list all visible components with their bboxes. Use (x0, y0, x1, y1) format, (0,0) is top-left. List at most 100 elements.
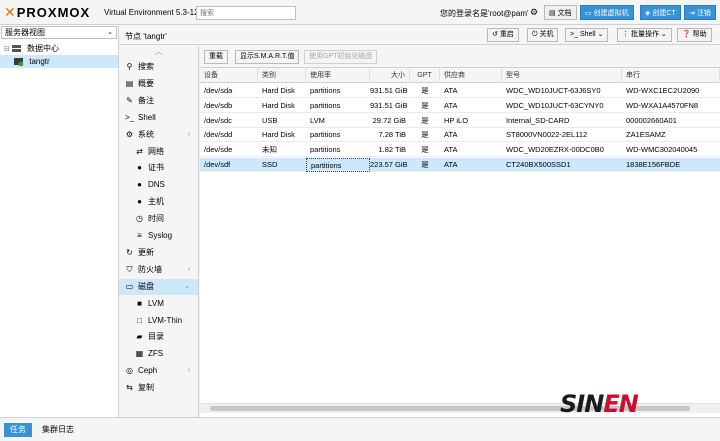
table-cell: 是 (421, 100, 429, 110)
watermark-text-b: EN (603, 390, 638, 418)
logout-button[interactable]: ⇥ 注销 (684, 5, 716, 20)
table-cell: LVM (310, 115, 325, 125)
column-header[interactable]: 类别 (258, 68, 306, 83)
create-ct-button[interactable]: ◈ 创建CT (640, 5, 681, 20)
column-header[interactable]: 大小 (370, 68, 410, 83)
watermark-text-a: SIN (560, 390, 604, 418)
nav-item-13[interactable]: ▭ 磁盘 ⌄ (119, 278, 198, 295)
view-select[interactable]: 服务器视图 ⌄ (1, 26, 117, 39)
reload-button[interactable]: 重载 (204, 50, 228, 64)
tab-cluster-log[interactable]: 集群日志 (36, 423, 80, 437)
nav-item-5[interactable]: ⇄ 网络 (119, 144, 198, 160)
node-nav: ︿ ⚲ 搜索 ▤ 概要 ✎ 备注 >_ Shell ⚙ 系统 › ⇄ 网络 ● 证书 ● DNS ● 主机 ◷ 时间 ≡ S… (119, 46, 199, 439)
nav-item-7[interactable]: ● DNS (119, 177, 198, 193)
nav-item-14[interactable]: ■ LVM (119, 296, 198, 312)
table-row[interactable]: /dev/sdc USB LVM 29.72 GiB 是 HP iLO Internal_S… (200, 114, 720, 128)
table-cell: 1.82 TiB (378, 145, 406, 155)
nav-item-11[interactable]: ↻ 更新 (119, 245, 198, 261)
column-header[interactable]: 供应商 (440, 68, 502, 83)
search-input[interactable] (196, 6, 296, 20)
shutdown-button[interactable]: ⏻ 关机 (527, 28, 559, 42)
grid-icon: ▦ (135, 349, 144, 359)
nav-item-15[interactable]: □ LVM-Thin (119, 313, 198, 329)
restart-label: 重启 (499, 31, 514, 38)
search-icon: ⚲ (126, 62, 133, 71)
nav-item-17[interactable]: ▦ ZFS (119, 346, 198, 362)
help-button[interactable]: ❓ 帮助 (677, 28, 712, 42)
table-cell: ST8000VN0022-2EL112 (506, 130, 588, 140)
tree-item-datacenter[interactable]: ⊟ 数据中心 (0, 42, 118, 55)
docs-button[interactable]: ▤ 文档 (544, 5, 577, 20)
list-icon: ≡ (137, 231, 142, 240)
cogs-icon: ⚙ (125, 129, 134, 139)
column-header[interactable]: 串行 (622, 68, 720, 83)
nav-item-label: 更新 (138, 247, 154, 257)
view-select-label: 服务器视图 (5, 28, 45, 37)
column-header[interactable]: 使用率 (306, 68, 370, 83)
nav-item-19[interactable]: ⇆ 复制 (119, 380, 198, 396)
nav-item-8[interactable]: ● 主机 (119, 194, 198, 210)
collapse-icon: ⊟ (4, 46, 12, 53)
nav-item-16[interactable]: ▰ 目录 (119, 329, 198, 345)
gear-icon[interactable]: ⚙ (528, 6, 540, 18)
shell-button[interactable]: >_ Shell ⌄ (565, 28, 609, 42)
nav-item-1[interactable]: ▤ 概要 (119, 76, 198, 92)
table-row[interactable]: /dev/sdd Hard Disk partitions 7.28 TiB 是 ATA S… (200, 128, 720, 143)
nav-item-0[interactable]: ⚲ 搜索 (119, 59, 198, 75)
table-cell: 7.28 TiB (378, 130, 406, 140)
table-cell: 是 (421, 145, 429, 155)
tree-item-node[interactable]: tangtr (0, 55, 118, 68)
nav-item-18[interactable]: ◎ Ceph › (119, 363, 198, 379)
table-cell: Hard Disk (262, 86, 295, 95)
nav-item-label: LVM-Thin (148, 315, 183, 325)
table-cell: CT240BX500SSD1 (506, 160, 571, 169)
shutdown-label: 关机 (539, 31, 554, 38)
chevron-right-icon: › (187, 265, 190, 273)
table-row[interactable]: /dev/sdf SSD partitions 223.57 GiB 是 ATA CT240… (200, 158, 720, 172)
table-cell: ATA (444, 86, 458, 95)
nav-item-3[interactable]: >_ Shell (119, 110, 198, 126)
column-header[interactable]: 设备 (200, 68, 258, 83)
chevron-up-icon[interactable]: ︿ (119, 46, 199, 58)
smart-button[interactable]: 显示S.M.A.R.T.值 (235, 50, 300, 64)
restart-button[interactable]: ↺ 重启 (487, 28, 519, 42)
nav-item-12[interactable]: ⛉ 防火墙 › (119, 262, 198, 278)
init-gpt-button[interactable]: 使用GPT初始化磁盘 (304, 50, 378, 64)
table-cell: WD-WXA1A4570FN8 (626, 100, 699, 110)
table-row[interactable]: /dev/sdb Hard Disk partitions 931.51 GiB 是 AT… (200, 99, 720, 113)
column-header[interactable]: GPT (410, 68, 440, 83)
create-ct-label: 创建CT (652, 10, 676, 17)
table-cell: /dev/sdc (204, 115, 232, 125)
disks-toolbar: 重载 显示S.M.A.R.T.值 使用GPT初始化磁盘 (200, 46, 720, 68)
nav-item-2[interactable]: ✎ 备注 (119, 93, 198, 109)
table-row[interactable]: /dev/sde 未知 partitions 1.82 TiB 是 ATA WDC_WD20… (200, 143, 720, 158)
shield-icon: ⛉ (126, 264, 133, 274)
nav-item-10[interactable]: ≡ Syslog (119, 228, 198, 244)
nav-item-6[interactable]: ● 证书 (119, 160, 198, 176)
nav-item-9[interactable]: ◷ 时间 (119, 211, 198, 227)
node-title: 节点 'tangtr' (125, 32, 167, 41)
disks-panel: 重载 显示S.M.A.R.T.值 使用GPT初始化磁盘 设备 类别 使用率 大小 GPT… (200, 46, 720, 417)
chevron-down-icon: ⌄ (184, 282, 190, 290)
bulk-label: 批量操作 (630, 31, 659, 38)
proxmox-logo[interactable]: ✕ PROXMOX (4, 4, 90, 20)
watermark-logo: SINEN (560, 380, 710, 418)
table-cell: WDC_WD20EZRX-00DC0B0 (506, 145, 604, 155)
chevron-down-icon: ⌄ (107, 29, 113, 36)
table-cell: partitions (310, 130, 341, 140)
bulk-actions-button[interactable]: ⋮ 批量操作 ⌄ (617, 28, 672, 42)
chevron-down-icon: ⌄ (658, 31, 667, 38)
nav-item-4[interactable]: ⚙ 系统 › (119, 127, 198, 143)
help-label: 帮助 (692, 31, 707, 38)
table-row[interactable]: /dev/sda Hard Disk partitions 931.51 GiB 是 AT… (200, 84, 720, 98)
square-icon: ■ (137, 298, 142, 308)
refresh-icon: ↻ (126, 247, 133, 257)
tab-tasks[interactable]: 任务 (4, 423, 32, 437)
nav-item-label: DNS (148, 180, 165, 190)
book-icon: ▤ (549, 10, 558, 17)
retweet-icon: ⇆ (126, 383, 133, 393)
column-header[interactable]: 型号 (502, 68, 622, 83)
table-cell: Hard Disk (262, 130, 295, 140)
create-vm-button[interactable]: ▭ 创建虚拟机 (580, 5, 634, 20)
nav-item-label: Ceph (138, 366, 158, 376)
